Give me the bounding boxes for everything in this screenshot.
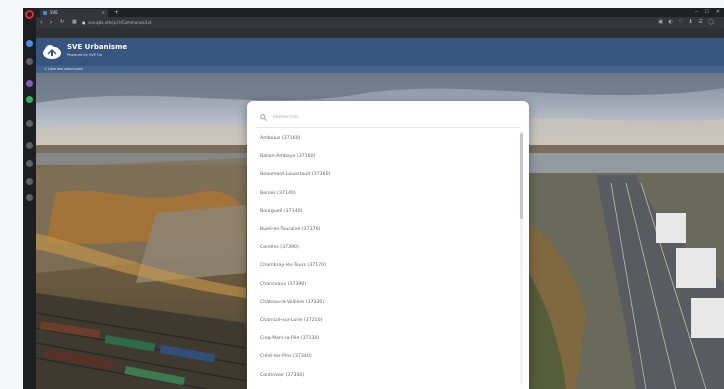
- commune-list-item[interactable]: Ballan-Ambaye (37160): [260, 152, 315, 162]
- commune-list-item[interactable]: Bourgueil (37140): [260, 207, 302, 217]
- tab-title: SVE: [50, 10, 58, 15]
- speed-dial-icon[interactable]: ▦: [72, 18, 77, 27]
- lock-icon: ●: [82, 20, 86, 25]
- web-page: SVE Urbanisme Powered by SVE Ud < Liste …: [36, 38, 724, 389]
- maximize-icon[interactable]: ☐: [705, 8, 709, 17]
- commune-list: Ambolus (37160) Ballan-Ambaye (37160) Beau…: [247, 131, 517, 389]
- commune-list-item[interactable]: Chambray-lès-Tours (37170): [260, 261, 326, 271]
- forward-icon[interactable]: ›: [50, 18, 52, 27]
- close-window-icon[interactable]: ✕: [716, 8, 720, 17]
- app-subtitle: Powered by SVE Ud: [67, 53, 103, 57]
- commune-list-item[interactable]: Ambolus (37160): [260, 134, 300, 144]
- commune-list-item[interactable]: Continvoir (37340): [260, 371, 304, 381]
- history-icon[interactable]: [26, 120, 33, 127]
- browser-window: SVE ✕ + ─ ☐ ✕ ‹ › ↻ ▦ ● sve.qds.nthcp.fr…: [23, 8, 724, 389]
- new-tab-icon[interactable]: +: [114, 8, 119, 17]
- commune-list-item[interactable]: Cinq-Mars-la-Pile (37130): [260, 334, 319, 344]
- cloud-logo-icon: [43, 45, 61, 59]
- clock-icon[interactable]: [26, 160, 33, 167]
- minimize-icon[interactable]: ─: [695, 8, 698, 17]
- heart-icon[interactable]: [26, 142, 33, 149]
- breadcrumb-back-link[interactable]: < Liste des communes: [44, 66, 83, 73]
- back-icon[interactable]: ‹: [40, 18, 42, 27]
- tab-strip: SVE ✕ + ─ ☐ ✕: [36, 8, 724, 17]
- browser-tab[interactable]: SVE ✕: [40, 9, 108, 17]
- search-divider: [256, 127, 520, 128]
- tab-favicon-icon: [43, 11, 47, 15]
- app-header: SVE Urbanisme Powered by SVE Ud: [36, 38, 724, 66]
- close-tab-icon[interactable]: ✕: [102, 9, 105, 17]
- commune-list-item[interactable]: Château-la-Vallière (37330): [260, 298, 324, 308]
- commune-list-item[interactable]: Benais (37140): [260, 189, 296, 199]
- settings-icon[interactable]: [26, 194, 33, 201]
- list-scrollbar-thumb[interactable]: [520, 133, 523, 219]
- whatsapp-icon[interactable]: [26, 96, 33, 103]
- address-actions-icon[interactable]: ▣ ◐ ♡ ⬇ ☰ ◯: [658, 18, 716, 27]
- search-row: [256, 109, 520, 126]
- list-scrollbar[interactable]: [520, 131, 523, 385]
- messenger-icon[interactable]: [26, 80, 33, 87]
- address-bar: ‹ › ↻ ▦ ● sve.qds.nthcp.fr/Communes/Lst …: [36, 17, 724, 28]
- cube-icon[interactable]: [26, 178, 33, 185]
- commune-list-item[interactable]: Cléré-les-Pins (37340): [260, 352, 312, 362]
- reload-icon[interactable]: ↻: [60, 18, 64, 27]
- commune-list-item[interactable]: Chanceaux (37390): [260, 280, 306, 290]
- workspace-icon[interactable]: [26, 40, 33, 47]
- commune-list-item[interactable]: Beaumont-Louestault (37360): [260, 170, 330, 180]
- commune-list-item[interactable]: Bueil-en-Touraine (37370): [260, 225, 320, 235]
- url-field[interactable]: sve.qds.nthcp.fr/Communes/Lst: [88, 19, 152, 26]
- search-icon: [260, 114, 267, 121]
- bookmarks-bar: CTM GRAPSOBETAPortail Cas Alforda...port…: [36, 28, 724, 38]
- search-input[interactable]: [273, 112, 513, 123]
- opera-logo-icon[interactable]: [25, 10, 34, 19]
- home-icon[interactable]: [26, 58, 33, 65]
- app-title: SVE Urbanisme: [67, 43, 128, 51]
- breadcrumb-bar: < Liste des communes: [36, 66, 724, 73]
- commune-list-item[interactable]: Charnizé-sur-Loire (37210): [260, 316, 322, 326]
- commune-list-item[interactable]: Cerelles (37390): [260, 243, 299, 253]
- commune-picker-panel: Ambolus (37160) Ballan-Ambaye (37160) Beau…: [247, 101, 529, 389]
- opera-sidebar: [23, 8, 36, 389]
